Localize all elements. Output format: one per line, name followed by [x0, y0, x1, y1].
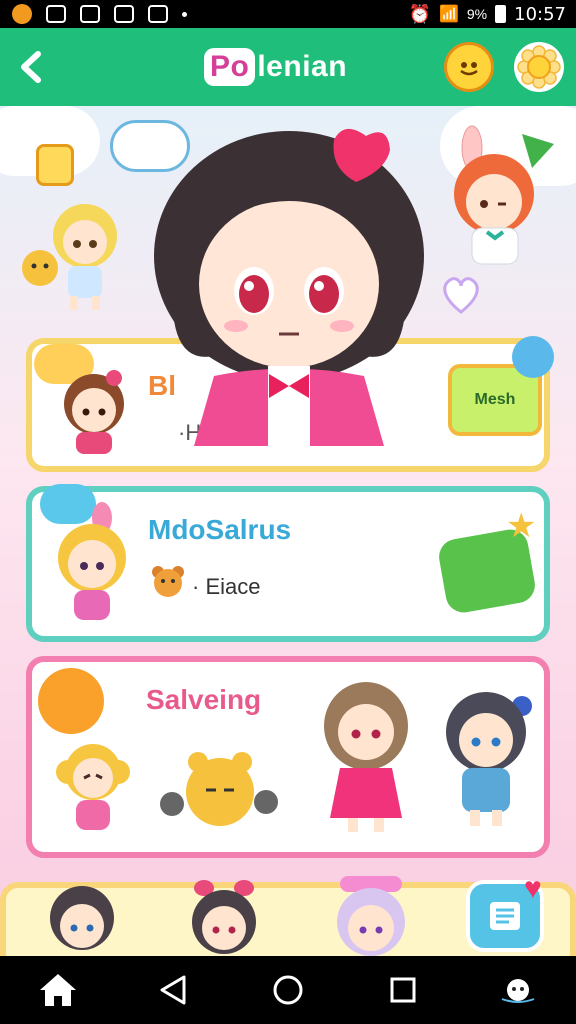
app-notification-icon — [12, 4, 32, 24]
bear-icon — [152, 566, 184, 597]
card-subtitle: · Eiace — [192, 574, 261, 599]
brown-hair-girl-character — [324, 682, 408, 832]
app-title: Po lenian — [190, 44, 361, 90]
dark-hair-girl-small-character — [50, 886, 114, 950]
heart-outline-decoration — [443, 277, 479, 314]
notification-icon — [148, 5, 168, 23]
sun-sticker-icon — [38, 668, 104, 734]
nav-home-button[interactable] — [28, 960, 88, 1020]
assistant-icon — [501, 979, 535, 1003]
card-title: Salveing — [146, 684, 262, 715]
blonde-bunny-girl-character — [58, 502, 126, 620]
more-notifications-icon — [182, 11, 187, 17]
gear-icon — [517, 45, 561, 89]
system-nav-bar — [0, 956, 576, 1024]
nav-back-button[interactable] — [143, 960, 203, 1020]
notification-icon — [114, 5, 134, 23]
circle-home-icon — [273, 975, 303, 1005]
bunny-ears-girl-character — [192, 880, 256, 954]
heart-icon: ♥ — [524, 872, 542, 905]
nav-assistant-button[interactable] — [488, 960, 548, 1020]
blonde-pink-dress-character — [56, 744, 130, 830]
app-logo: Po — [204, 48, 256, 86]
yellow-bird-character — [22, 250, 58, 286]
speech-bubble-sticker-icon — [512, 336, 554, 378]
back-button[interactable] — [0, 28, 60, 106]
category-card-2[interactable]: MdoSalrus · Eiace ★ — [26, 484, 550, 642]
category-card-3[interactable]: Salveing — [26, 656, 550, 858]
battery-percent: 9% — [466, 6, 488, 22]
bunny-girl-character — [454, 125, 554, 265]
notification-icon — [80, 5, 100, 23]
notification-icon — [46, 5, 66, 23]
app-title-text: lenian — [257, 50, 348, 83]
chat-bubble-icon — [460, 62, 478, 76]
yellow-bear-character — [160, 752, 278, 826]
nav-overview-home-button[interactable] — [258, 960, 318, 1020]
home-icon — [39, 974, 76, 1006]
brown-hair-character — [64, 370, 124, 454]
main-content: Bl ·Hap Mesh MdoSalrus — [0, 106, 576, 956]
dark-hair-girl-character — [154, 128, 424, 446]
settings-button[interactable] — [514, 42, 564, 92]
dark-hair-blue-girl-character — [446, 692, 532, 826]
chevron-left-icon — [21, 51, 41, 83]
clock: 10:57 — [514, 3, 566, 25]
chat-button[interactable] — [444, 42, 494, 92]
lavender-hair-girl-character — [337, 876, 405, 956]
nav-recents-button[interactable] — [373, 960, 433, 1020]
alarm-icon: ⏰ — [408, 3, 431, 24]
status-bar: ⏰ 📶 9% 10:57 — [0, 0, 576, 28]
card-title: MdoSalrus — [148, 514, 292, 545]
notes-icon — [490, 902, 520, 930]
back-triangle-icon — [160, 975, 186, 1005]
drink-sticker-icon — [36, 144, 74, 186]
square-recents-icon — [390, 977, 416, 1003]
star-icon: ★ — [506, 507, 537, 545]
battery-icon — [495, 5, 507, 23]
app-header: Po lenian — [0, 28, 576, 106]
wifi-icon: 📶 — [438, 6, 459, 23]
